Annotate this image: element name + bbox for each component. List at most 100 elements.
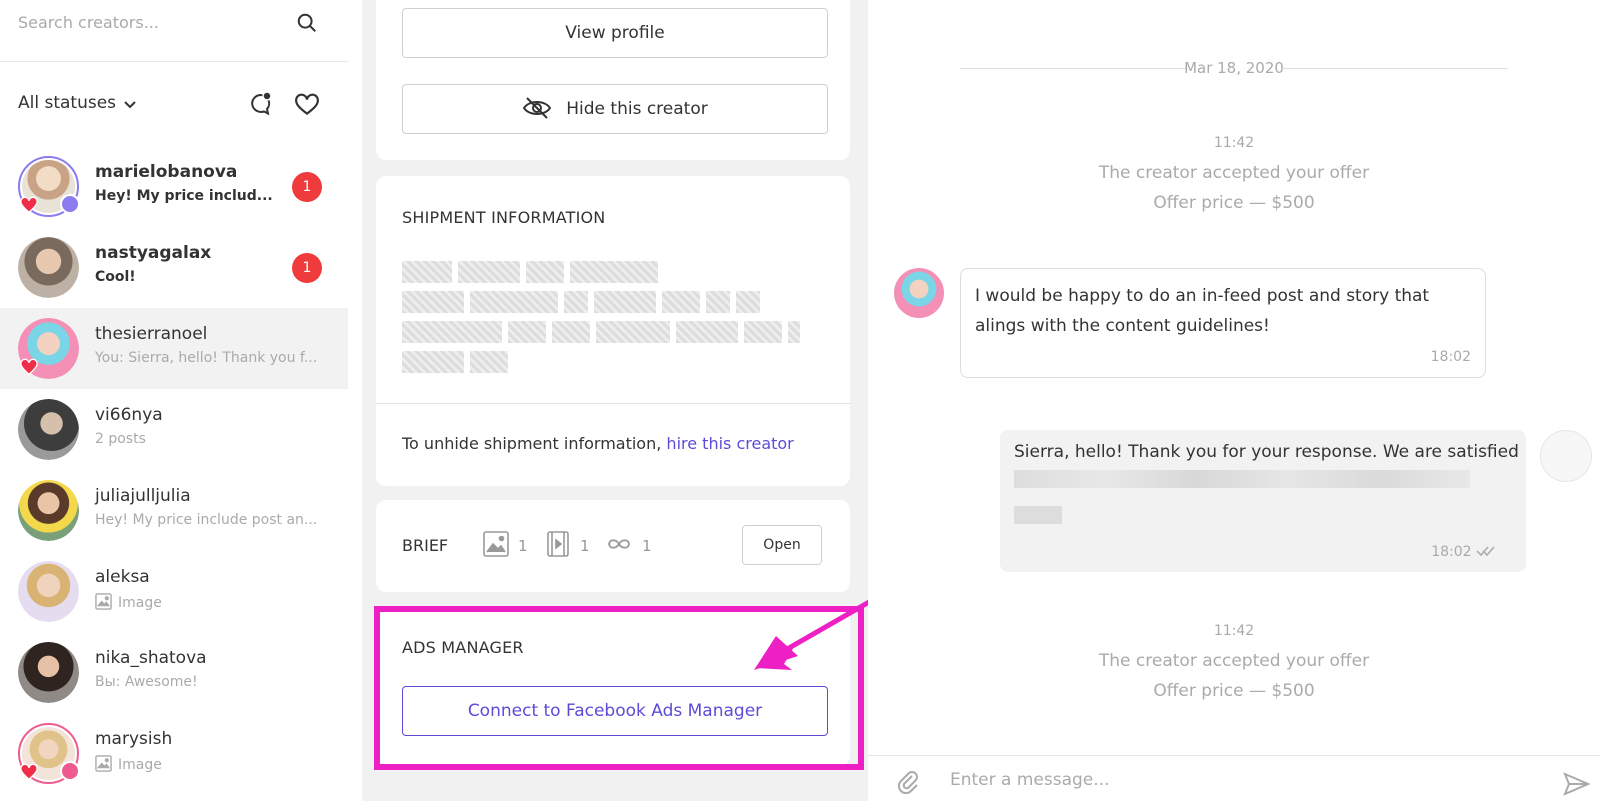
view-profile-button[interactable]: View profile <box>402 8 828 58</box>
chat-name: nastyagalax <box>95 243 212 263</box>
avatar <box>18 480 79 541</box>
paperclip-icon[interactable] <box>896 770 922 796</box>
system-message: 11:42 The creator accepted your offer Of… <box>868 623 1600 706</box>
chat-name: aleksa <box>95 567 150 587</box>
chevron-down-icon[interactable] <box>122 97 138 113</box>
chat-preview: Image <box>95 593 162 611</box>
user-avatar <box>1540 430 1592 482</box>
image-count: 1 <box>518 537 528 555</box>
creator-avatar <box>894 268 944 318</box>
status-filter-dropdown[interactable]: All statuses <box>18 93 116 113</box>
search-bar[interactable]: Search creators... <box>0 0 348 62</box>
video-icon <box>547 531 569 557</box>
chat-preview: Cool! <box>95 269 136 285</box>
video-count: 1 <box>580 537 590 555</box>
avatar <box>18 642 79 703</box>
double-check-icon <box>1476 546 1495 557</box>
chat-item-nika-shatova[interactable]: nika_shatova Вы: Awesome! <box>0 632 348 713</box>
star-badge-icon <box>60 761 80 781</box>
shipment-title: SHIPMENT INFORMATION <box>402 208 606 227</box>
chat-preview: 2 posts <box>95 431 146 447</box>
blurred-address <box>402 321 806 343</box>
blurred-address <box>402 291 766 313</box>
system-time: 11:42 <box>1213 623 1255 639</box>
chat-item-marielobanova[interactable]: marielobanova Hey! My price includ... 1 <box>0 146 348 227</box>
system-time: 11:42 <box>1213 135 1255 151</box>
message-time: 18:02 <box>1430 349 1471 365</box>
image-icon <box>483 531 509 557</box>
blurred-text <box>1014 506 1062 524</box>
story-count: 1 <box>642 537 652 555</box>
favorites-filter-icon[interactable] <box>294 92 320 118</box>
brief-videos: 1 <box>544 530 590 558</box>
shipment-card: SHIPMENT INFORMATION To unhide shipment … <box>376 176 850 486</box>
filter-bar: All statuses <box>0 62 348 146</box>
divider <box>376 403 850 404</box>
chat-preview: Image <box>95 755 162 773</box>
search-input[interactable]: Search creators... <box>18 13 159 32</box>
chat-preview-text: Image <box>118 595 162 611</box>
chat-preview: Hey! My price include post an... <box>95 512 318 528</box>
chat-preview-text: Image <box>118 757 162 773</box>
eye-off-icon <box>523 97 552 119</box>
blurred-address <box>402 261 664 283</box>
incoming-message: I would be happy to do an in-feed post a… <box>960 268 1486 378</box>
chat-name: marysish <box>95 729 173 749</box>
unhide-label: To unhide shipment information, <box>402 434 662 453</box>
chat-preview: Hey! My price includ... <box>95 188 273 204</box>
message-time: 18:02 <box>1431 544 1496 560</box>
system-message: 11:42 The creator accepted your offer Of… <box>868 135 1600 218</box>
chat-item-vi66nya[interactable]: vi66nya 2 posts <box>0 389 348 470</box>
hide-creator-button[interactable]: Hide this creator <box>402 84 828 134</box>
brief-stories: 1 <box>604 530 652 558</box>
message-input[interactable]: Enter a message... <box>950 770 1109 790</box>
message-text: I would be happy to do an in-feed post a… <box>975 286 1430 336</box>
image-icon <box>95 593 112 610</box>
message-time-text: 18:02 <box>1431 544 1472 560</box>
avatar <box>18 237 79 298</box>
hide-creator-label: Hide this creator <box>566 99 708 119</box>
chat-name: vi66nya <box>95 405 163 425</box>
image-icon <box>95 755 112 772</box>
favorite-heart-icon <box>20 358 38 376</box>
brief-images: 1 <box>482 530 528 558</box>
unread-badge: 1 <box>292 253 322 283</box>
chat-name: nika_shatova <box>95 648 207 668</box>
date-separator: Mar 18, 2020 <box>960 58 1508 78</box>
chat-list: marielobanova Hey! My price includ... 1 … <box>0 146 348 794</box>
message-composer: Enter a message... <box>868 755 1600 801</box>
chat-name: juliajulljulia <box>95 486 191 506</box>
send-icon[interactable] <box>1562 770 1590 798</box>
chat-item-juliajulljulia[interactable]: juliajulljulia Hey! My price include pos… <box>0 470 348 551</box>
system-price: Offer price — $500 <box>1153 681 1315 701</box>
date-label: Mar 18, 2020 <box>1184 59 1284 77</box>
conversation-panel: Mar 18, 2020 11:42 The creator accepted … <box>868 0 1600 801</box>
unread-filter-icon[interactable] <box>246 90 274 118</box>
system-text: The creator accepted your offer <box>1098 651 1370 671</box>
chat-preview: Вы: Awesome! <box>95 674 198 690</box>
chat-item-marysish[interactable]: marysish Image <box>0 713 348 794</box>
creators-sidebar: Search creators... All statuses marielob… <box>0 0 348 801</box>
divider <box>960 68 1186 69</box>
avatar <box>18 399 79 460</box>
crown-badge-icon <box>60 194 80 214</box>
chat-item-thesierranoel[interactable]: thesierranoel You: Sierra, hello! Thank … <box>0 308 348 389</box>
infinity-icon <box>608 539 630 549</box>
divider <box>1282 68 1508 69</box>
blurred-text <box>1014 470 1470 488</box>
chat-preview: You: Sierra, hello! Thank you f... <box>95 350 318 366</box>
system-text: The creator accepted your offer <box>1098 163 1370 183</box>
profile-actions-card: View profile Hide this creator <box>376 0 850 160</box>
chat-name: marielobanova <box>95 162 238 182</box>
chat-item-aleksa[interactable]: aleksa Image <box>0 551 348 632</box>
message-text: Sierra, hello! Thank you for your respon… <box>1014 442 1519 462</box>
chat-name: thesierranoel <box>95 324 208 344</box>
open-brief-button[interactable]: Open <box>742 525 822 565</box>
chat-item-nastyagalax[interactable]: nastyagalax Cool! 1 <box>0 227 348 308</box>
unread-badge: 1 <box>292 172 322 202</box>
hire-creator-link[interactable]: hire this creator <box>666 434 793 453</box>
search-icon[interactable] <box>296 12 318 34</box>
favorite-heart-icon <box>20 196 38 214</box>
favorite-heart-icon <box>20 763 38 781</box>
avatar <box>18 561 79 622</box>
